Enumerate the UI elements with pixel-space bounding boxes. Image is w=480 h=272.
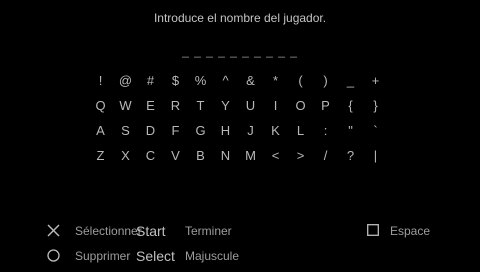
keyboard-key[interactable]: K <box>263 123 288 138</box>
keyboard-row-4: Z X C V B N M < > /? | <box>88 148 388 168</box>
keyboard-key[interactable]: # <box>138 73 163 88</box>
keyboard-row-2: Q W E R T Y U I O P{} <box>88 98 388 118</box>
keyboard-key[interactable]: M <box>238 148 263 163</box>
keyboard-key[interactable]: P <box>313 98 338 113</box>
keyboard-key[interactable]: D <box>138 123 163 138</box>
keyboard-key[interactable]: " <box>338 123 363 138</box>
keyboard-key[interactable]: B <box>188 148 213 163</box>
start-action-label: Terminer <box>185 224 232 238</box>
keyboard-key[interactable]: E <box>138 98 163 113</box>
keyboard-key[interactable]: / <box>313 148 338 163</box>
keyboard-key[interactable]: & <box>238 73 263 88</box>
keyboard-row-3: A S D F G H J K L: " ` <box>88 123 388 143</box>
square-icon <box>367 224 379 236</box>
keyboard-key[interactable]: Z <box>88 148 113 163</box>
keyboard-key[interactable]: U <box>238 98 263 113</box>
keyboard-key[interactable]: W <box>113 98 138 113</box>
keyboard-key[interactable]: ^ <box>213 73 238 88</box>
keyboard-key[interactable]: ! <box>88 73 113 88</box>
keyboard-key[interactable]: G <box>188 123 213 138</box>
keyboard-key[interactable]: F <box>163 123 188 138</box>
name-prompt: Introduce el nombre del jugador. <box>153 11 327 25</box>
keyboard-key[interactable]: H <box>213 123 238 138</box>
keyboard-key[interactable]: ? <box>338 148 363 163</box>
keyboard-key[interactable]: N <box>213 148 238 163</box>
keyboard-key[interactable]: ( <box>288 73 313 88</box>
keyboard-key[interactable]: Q <box>88 98 113 113</box>
select-button[interactable]: Select <box>136 248 175 264</box>
keyboard-key[interactable]: } <box>363 98 388 113</box>
keyboard-key[interactable]: { <box>338 98 363 113</box>
cross-action-label: Sélectionner <box>75 224 142 238</box>
circle-icon <box>47 249 60 262</box>
name-entry-field[interactable]: _ _ _ _ _ _ _ _ _ _ <box>0 44 480 58</box>
start-button[interactable]: Start <box>136 223 166 239</box>
keyboard-key[interactable]: * <box>263 73 288 88</box>
keyboard-key[interactable]: S <box>113 123 138 138</box>
keyboard-key[interactable]: $ <box>163 73 188 88</box>
select-action-label: Majuscule <box>185 249 240 263</box>
keyboard-key[interactable]: @ <box>113 73 138 88</box>
keyboard-key[interactable]: L <box>288 123 313 138</box>
keyboard-key[interactable]: J <box>238 123 263 138</box>
circle-action-label: Supprimer <box>75 249 131 263</box>
keyboard-row-1: ! @ # $% ^ & *() _ + <box>88 73 388 93</box>
keyboard-key[interactable]: R <box>163 98 188 113</box>
cross-icon <box>47 224 60 237</box>
keyboard-key[interactable]: A <box>88 123 113 138</box>
square-action-label: Espace <box>390 224 431 238</box>
keyboard-key[interactable]: + <box>363 73 388 88</box>
keyboard-key[interactable]: C <box>138 148 163 163</box>
keyboard-key[interactable]: _ <box>338 73 363 88</box>
keyboard-key[interactable]: I <box>263 98 288 113</box>
keyboard-key[interactable]: ) <box>313 73 338 88</box>
keyboard-key[interactable]: < <box>263 148 288 163</box>
keyboard-key[interactable]: > <box>288 148 313 163</box>
keyboard-key[interactable]: ` <box>363 123 388 138</box>
keyboard-key[interactable]: O <box>288 98 313 113</box>
keyboard-key[interactable]: Y <box>213 98 238 113</box>
keyboard-key[interactable]: % <box>188 73 213 88</box>
keyboard-key[interactable]: V <box>163 148 188 163</box>
keyboard-key[interactable]: | <box>363 148 388 163</box>
keyboard-key[interactable]: T <box>188 98 213 113</box>
keyboard-key[interactable]: X <box>113 148 138 163</box>
keyboard-key[interactable]: : <box>313 123 338 138</box>
